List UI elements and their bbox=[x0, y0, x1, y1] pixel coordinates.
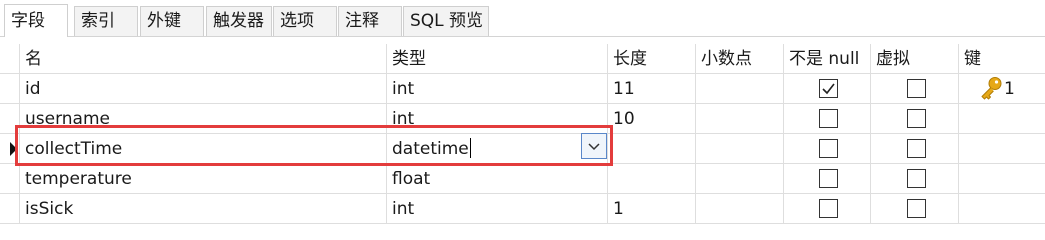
field-decimals-cell[interactable] bbox=[696, 194, 784, 224]
row-indicator-header bbox=[0, 44, 20, 74]
virtual-cell bbox=[871, 74, 959, 104]
field-decimals-cell[interactable] bbox=[696, 164, 784, 194]
checkmark-icon bbox=[822, 83, 835, 95]
tab-foreign-keys[interactable]: 外键 bbox=[140, 6, 204, 36]
field-decimals-cell[interactable] bbox=[696, 134, 784, 164]
virtual-cell bbox=[871, 104, 959, 134]
not-null-cell bbox=[784, 74, 871, 104]
virtual-cell bbox=[871, 194, 959, 224]
tab-label: 索引 bbox=[81, 11, 115, 31]
fields-grid: 名 类型 长度 小数点 不是 null 虚拟 键 id int 11 usern… bbox=[0, 44, 1045, 238]
table-row-editing[interactable]: collectTime datetime bbox=[0, 134, 1045, 164]
table-row[interactable]: username int 10 bbox=[0, 104, 1045, 134]
tab-label: 选项 bbox=[280, 11, 314, 31]
field-name-cell[interactable]: collectTime bbox=[20, 134, 387, 164]
field-length-cell[interactable]: 10 bbox=[608, 104, 696, 134]
chevron-down-icon bbox=[588, 143, 600, 151]
field-decimals-cell[interactable] bbox=[696, 74, 784, 104]
key-cell[interactable] bbox=[959, 194, 1045, 224]
virtual-cell bbox=[871, 134, 959, 164]
key-icon bbox=[981, 77, 1002, 100]
not-null-cell bbox=[784, 134, 871, 164]
virtual-cell bbox=[871, 164, 959, 194]
field-length-cell[interactable] bbox=[608, 134, 696, 164]
not-null-checkbox[interactable] bbox=[819, 109, 838, 128]
tab-indexes[interactable]: 索引 bbox=[74, 6, 138, 36]
column-header-name[interactable]: 名 bbox=[20, 44, 387, 74]
field-length-cell[interactable]: 1 bbox=[608, 194, 696, 224]
row-selector[interactable] bbox=[0, 164, 20, 194]
tab-fields[interactable]: 字段 bbox=[4, 4, 68, 37]
not-null-checkbox[interactable] bbox=[819, 139, 838, 158]
tab-comment[interactable]: 注释 bbox=[338, 6, 402, 36]
not-null-checkbox[interactable] bbox=[819, 79, 838, 98]
key-order: 1 bbox=[1004, 79, 1015, 99]
text-cursor bbox=[470, 138, 471, 158]
table-header: 名 类型 长度 小数点 不是 null 虚拟 键 bbox=[0, 44, 1045, 74]
key-cell[interactable] bbox=[959, 164, 1045, 194]
virtual-checkbox[interactable] bbox=[907, 79, 926, 98]
virtual-checkbox[interactable] bbox=[907, 199, 926, 218]
table-row[interactable]: id int 11 bbox=[0, 74, 1045, 104]
field-length-cell[interactable] bbox=[608, 164, 696, 194]
field-name-cell[interactable]: id bbox=[20, 74, 387, 104]
virtual-checkbox[interactable] bbox=[907, 169, 926, 188]
column-header-type[interactable]: 类型 bbox=[387, 44, 608, 74]
type-dropdown-button[interactable] bbox=[581, 133, 607, 159]
column-header-not-null[interactable]: 不是 null bbox=[784, 44, 871, 74]
field-name-cell[interactable]: username bbox=[20, 104, 387, 134]
row-selector[interactable] bbox=[0, 134, 20, 164]
field-type-cell[interactable]: int bbox=[387, 194, 608, 224]
field-type-cell[interactable]: int bbox=[387, 104, 608, 134]
row-selector[interactable] bbox=[0, 104, 20, 134]
virtual-checkbox[interactable] bbox=[907, 109, 926, 128]
column-header-virtual[interactable]: 虚拟 bbox=[871, 44, 959, 74]
tab-label: 触发器 bbox=[213, 11, 264, 31]
tab-label: 外键 bbox=[147, 11, 181, 31]
primary-key-marker bbox=[978, 75, 1004, 103]
tab-label: SQL 预览 bbox=[410, 11, 484, 31]
column-header-key[interactable]: 键 bbox=[959, 44, 1045, 74]
current-row-arrow-icon bbox=[10, 142, 17, 156]
column-header-length[interactable]: 长度 bbox=[608, 44, 696, 74]
column-header-decimals[interactable]: 小数点 bbox=[696, 44, 784, 74]
not-null-cell bbox=[784, 104, 871, 134]
table-row[interactable]: temperature float bbox=[0, 164, 1045, 194]
field-type-cell[interactable]: datetime bbox=[387, 134, 608, 164]
field-type-cell[interactable]: int bbox=[387, 74, 608, 104]
virtual-checkbox[interactable] bbox=[907, 139, 926, 158]
row-selector[interactable] bbox=[0, 74, 20, 104]
table-row[interactable]: isSick int 1 bbox=[0, 194, 1045, 224]
not-null-cell bbox=[784, 164, 871, 194]
field-name-cell[interactable]: isSick bbox=[20, 194, 387, 224]
not-null-checkbox[interactable] bbox=[819, 199, 838, 218]
tab-label: 字段 bbox=[11, 11, 45, 31]
tab-label: 注释 bbox=[345, 11, 379, 31]
tab-bar: 字段 索引 外键 触发器 选项 注释 SQL 预览 bbox=[0, 0, 1045, 37]
key-cell[interactable] bbox=[959, 134, 1045, 164]
row-selector[interactable] bbox=[0, 194, 20, 224]
key-cell[interactable] bbox=[959, 104, 1045, 134]
field-length-cell[interactable]: 11 bbox=[608, 74, 696, 104]
not-null-checkbox[interactable] bbox=[819, 169, 838, 188]
not-null-cell bbox=[784, 194, 871, 224]
field-decimals-cell[interactable] bbox=[696, 104, 784, 134]
field-type-cell[interactable]: float bbox=[387, 164, 608, 194]
tab-triggers[interactable]: 触发器 bbox=[206, 6, 272, 36]
tab-options[interactable]: 选项 bbox=[273, 6, 337, 36]
field-name-cell[interactable]: temperature bbox=[20, 164, 387, 194]
tab-sql-preview[interactable]: SQL 预览 bbox=[403, 6, 489, 36]
